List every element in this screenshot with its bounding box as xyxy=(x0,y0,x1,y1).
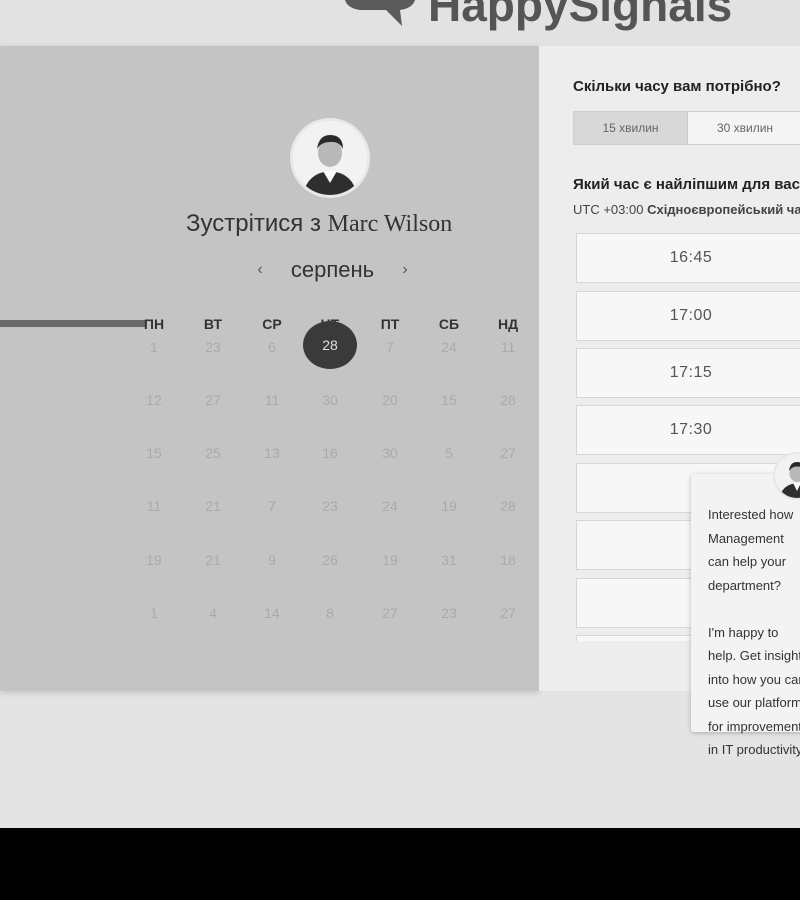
timezone-label[interactable]: UTC +03:00 Східноєвропейський час xyxy=(573,202,800,217)
header: HappySignals xyxy=(0,0,800,46)
calendar-day[interactable]: 23 xyxy=(193,339,233,355)
weekday-mon: ПН xyxy=(143,316,165,332)
calendar-day[interactable]: 23 xyxy=(310,498,350,514)
screen-bottom-bar xyxy=(0,828,800,900)
calendar-day[interactable]: 18 xyxy=(488,552,528,568)
calendar-day[interactable]: 28 xyxy=(488,392,528,408)
calendar-panel xyxy=(0,46,539,691)
calendar-day[interactable]: 20 xyxy=(370,392,410,408)
host-name: Marc Wilson xyxy=(327,211,453,237)
calendar-day[interactable]: 9 xyxy=(252,552,292,568)
calendar-day[interactable]: 19 xyxy=(429,498,469,514)
calendar-day[interactable]: 15 xyxy=(429,392,469,408)
calendar-day[interactable]: 7 xyxy=(252,498,292,514)
timezone-name: Східноєвропейський час xyxy=(647,202,800,217)
calendar-day[interactable]: 19 xyxy=(370,552,410,568)
calendar-day[interactable]: 26 xyxy=(310,552,350,568)
calendar-day[interactable]: 30 xyxy=(370,445,410,461)
calendar-day[interactable]: 23 xyxy=(429,605,469,621)
loading-bar xyxy=(0,320,145,327)
calendar-day[interactable]: 4 xyxy=(193,605,233,621)
time-slot[interactable]: 16:45 xyxy=(576,233,800,283)
calendar-day[interactable]: 27 xyxy=(488,605,528,621)
calendar-day[interactable]: 8 xyxy=(310,605,350,621)
calendar-day[interactable]: 19 xyxy=(134,552,174,568)
calendar-day[interactable]: 25 xyxy=(193,445,233,461)
weekday-tue: ВТ xyxy=(203,316,223,332)
time-slot[interactable]: 17:30 xyxy=(576,405,800,455)
calendar-day[interactable]: 5 xyxy=(429,445,469,461)
calendar-day[interactable]: 15 xyxy=(134,445,174,461)
meeting-title-prefix: Зустрітися з xyxy=(186,210,321,237)
calendar-day[interactable]: 6 xyxy=(252,339,292,355)
calendar-day[interactable]: 24 xyxy=(370,498,410,514)
brand-name: HappySignals xyxy=(428,0,733,31)
weekday-fri: ПТ xyxy=(380,316,400,332)
calendar-day-selected[interactable]: 28 xyxy=(303,321,357,369)
calendar-day[interactable]: 30 xyxy=(310,392,350,408)
calendar-day[interactable]: 7 xyxy=(370,339,410,355)
host-avatar xyxy=(290,118,370,198)
calendar-day[interactable]: 11 xyxy=(488,339,528,355)
calendar-day[interactable]: 27 xyxy=(193,392,233,408)
timezone-offset: UTC +03:00 xyxy=(573,202,644,217)
chevron-right-icon[interactable]: › xyxy=(395,261,415,279)
weekday-sat: СБ xyxy=(438,316,460,332)
time-slot[interactable]: 17:15 xyxy=(576,348,800,398)
calendar-day[interactable]: 16 xyxy=(310,445,350,461)
month-label: серпень xyxy=(290,257,375,282)
calendar-day[interactable]: 27 xyxy=(370,605,410,621)
meeting-title: Зустрітися з Marc Wilson xyxy=(186,210,452,238)
person-avatar-icon xyxy=(775,454,800,498)
duration-selector: 15 хвилин 30 хвилин xyxy=(573,111,800,145)
calendar-day[interactable]: 1 xyxy=(134,339,174,355)
weekday-wed: СР xyxy=(262,316,282,332)
time-slot[interactable]: 17:00 xyxy=(576,291,800,341)
person-avatar-icon xyxy=(293,121,367,195)
calendar-day[interactable]: 13 xyxy=(252,445,292,461)
chevron-left-icon[interactable]: ‹ xyxy=(250,261,270,279)
calendar-day[interactable]: 21 xyxy=(193,552,233,568)
calendar-day[interactable]: 24 xyxy=(429,339,469,355)
calendar-day[interactable]: 11 xyxy=(134,498,174,514)
weekday-sun: НД xyxy=(497,316,519,332)
calendar-day[interactable]: 14 xyxy=(252,605,292,621)
calendar-day[interactable]: 21 xyxy=(193,498,233,514)
chat-message: Interested how Management can help your … xyxy=(708,507,800,757)
month-navigation: ‹ серпень › xyxy=(250,254,415,286)
calendar-day[interactable]: 12 xyxy=(134,392,174,408)
calendar-day[interactable]: 1 xyxy=(134,605,174,621)
calendar-day[interactable]: 27 xyxy=(488,445,528,461)
duration-15-button[interactable]: 15 хвилин xyxy=(574,112,688,144)
time-question: Який час є найліпшим для вас? xyxy=(573,176,800,193)
calendar-day[interactable]: 28 xyxy=(488,498,528,514)
duration-question: Скільки часу вам потрібно? xyxy=(573,78,781,95)
calendar-day[interactable]: 31 xyxy=(429,552,469,568)
happysignals-logo-icon xyxy=(344,0,416,26)
calendar-day[interactable]: 11 xyxy=(252,392,292,408)
duration-30-button[interactable]: 30 хвилин xyxy=(688,112,800,144)
